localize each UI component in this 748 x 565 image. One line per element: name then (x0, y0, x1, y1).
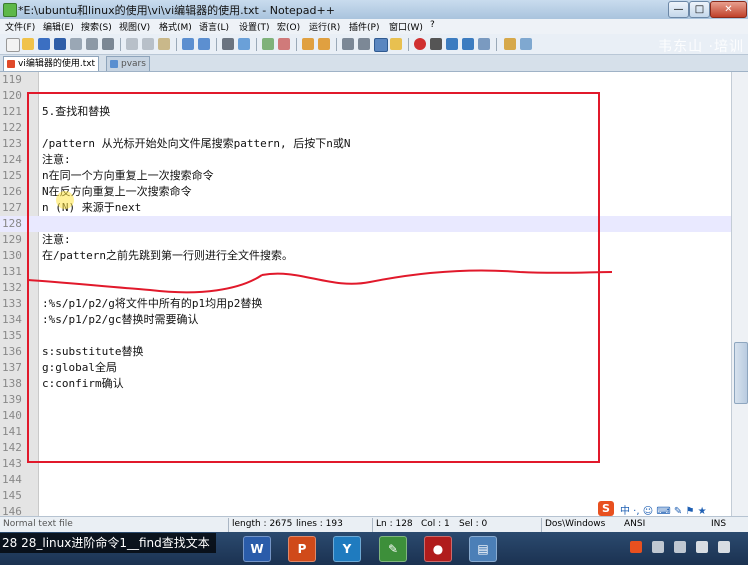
show-desktop-icon[interactable] (718, 541, 730, 553)
status-sel: Sel : 0 (459, 519, 488, 529)
status-separator (228, 518, 229, 532)
word-icon[interactable]: W (243, 536, 271, 562)
recorder-icon[interactable]: ● (424, 536, 452, 562)
ime-tray-icon[interactable] (630, 541, 642, 553)
app-icon[interactable]: ▤ (469, 536, 497, 562)
status-doc-type: Normal text file (3, 519, 73, 529)
status-length: length : 2675 (232, 519, 293, 529)
status-bar: Normal text file length : 2675 lines : 1… (0, 516, 748, 533)
status-eol: Dos\Windows (545, 519, 606, 529)
app-y-icon[interactable]: Y (333, 536, 361, 562)
cursor-highlight (56, 191, 74, 209)
sogou-ime-icon[interactable]: S (598, 501, 614, 516)
network-icon[interactable] (652, 541, 664, 553)
powerpoint-icon[interactable]: P (288, 536, 316, 562)
ime-status-icons[interactable]: 中 ·, ☺ ⌨ ✎ ⚑ ★ (620, 502, 707, 517)
status-insert-mode: INS (711, 519, 727, 529)
notepad-icon[interactable]: ✎ (379, 536, 407, 562)
status-col: Col : 1 (421, 519, 450, 529)
annotation-underline (27, 269, 613, 294)
video-caption: 28 28_linux进阶命令1__find查找文本 (0, 533, 216, 553)
status-encoding: ANSI (624, 519, 646, 529)
status-separator (541, 518, 542, 532)
status-ln: Ln : 128 (376, 519, 413, 529)
status-lines: lines : 193 (296, 519, 343, 529)
volume-icon[interactable] (674, 541, 686, 553)
ime-toolbar[interactable]: S 中 ·, ☺ ⌨ ✎ ⚑ ★ (598, 500, 730, 517)
flag-icon[interactable] (696, 541, 708, 553)
status-separator (372, 518, 373, 532)
